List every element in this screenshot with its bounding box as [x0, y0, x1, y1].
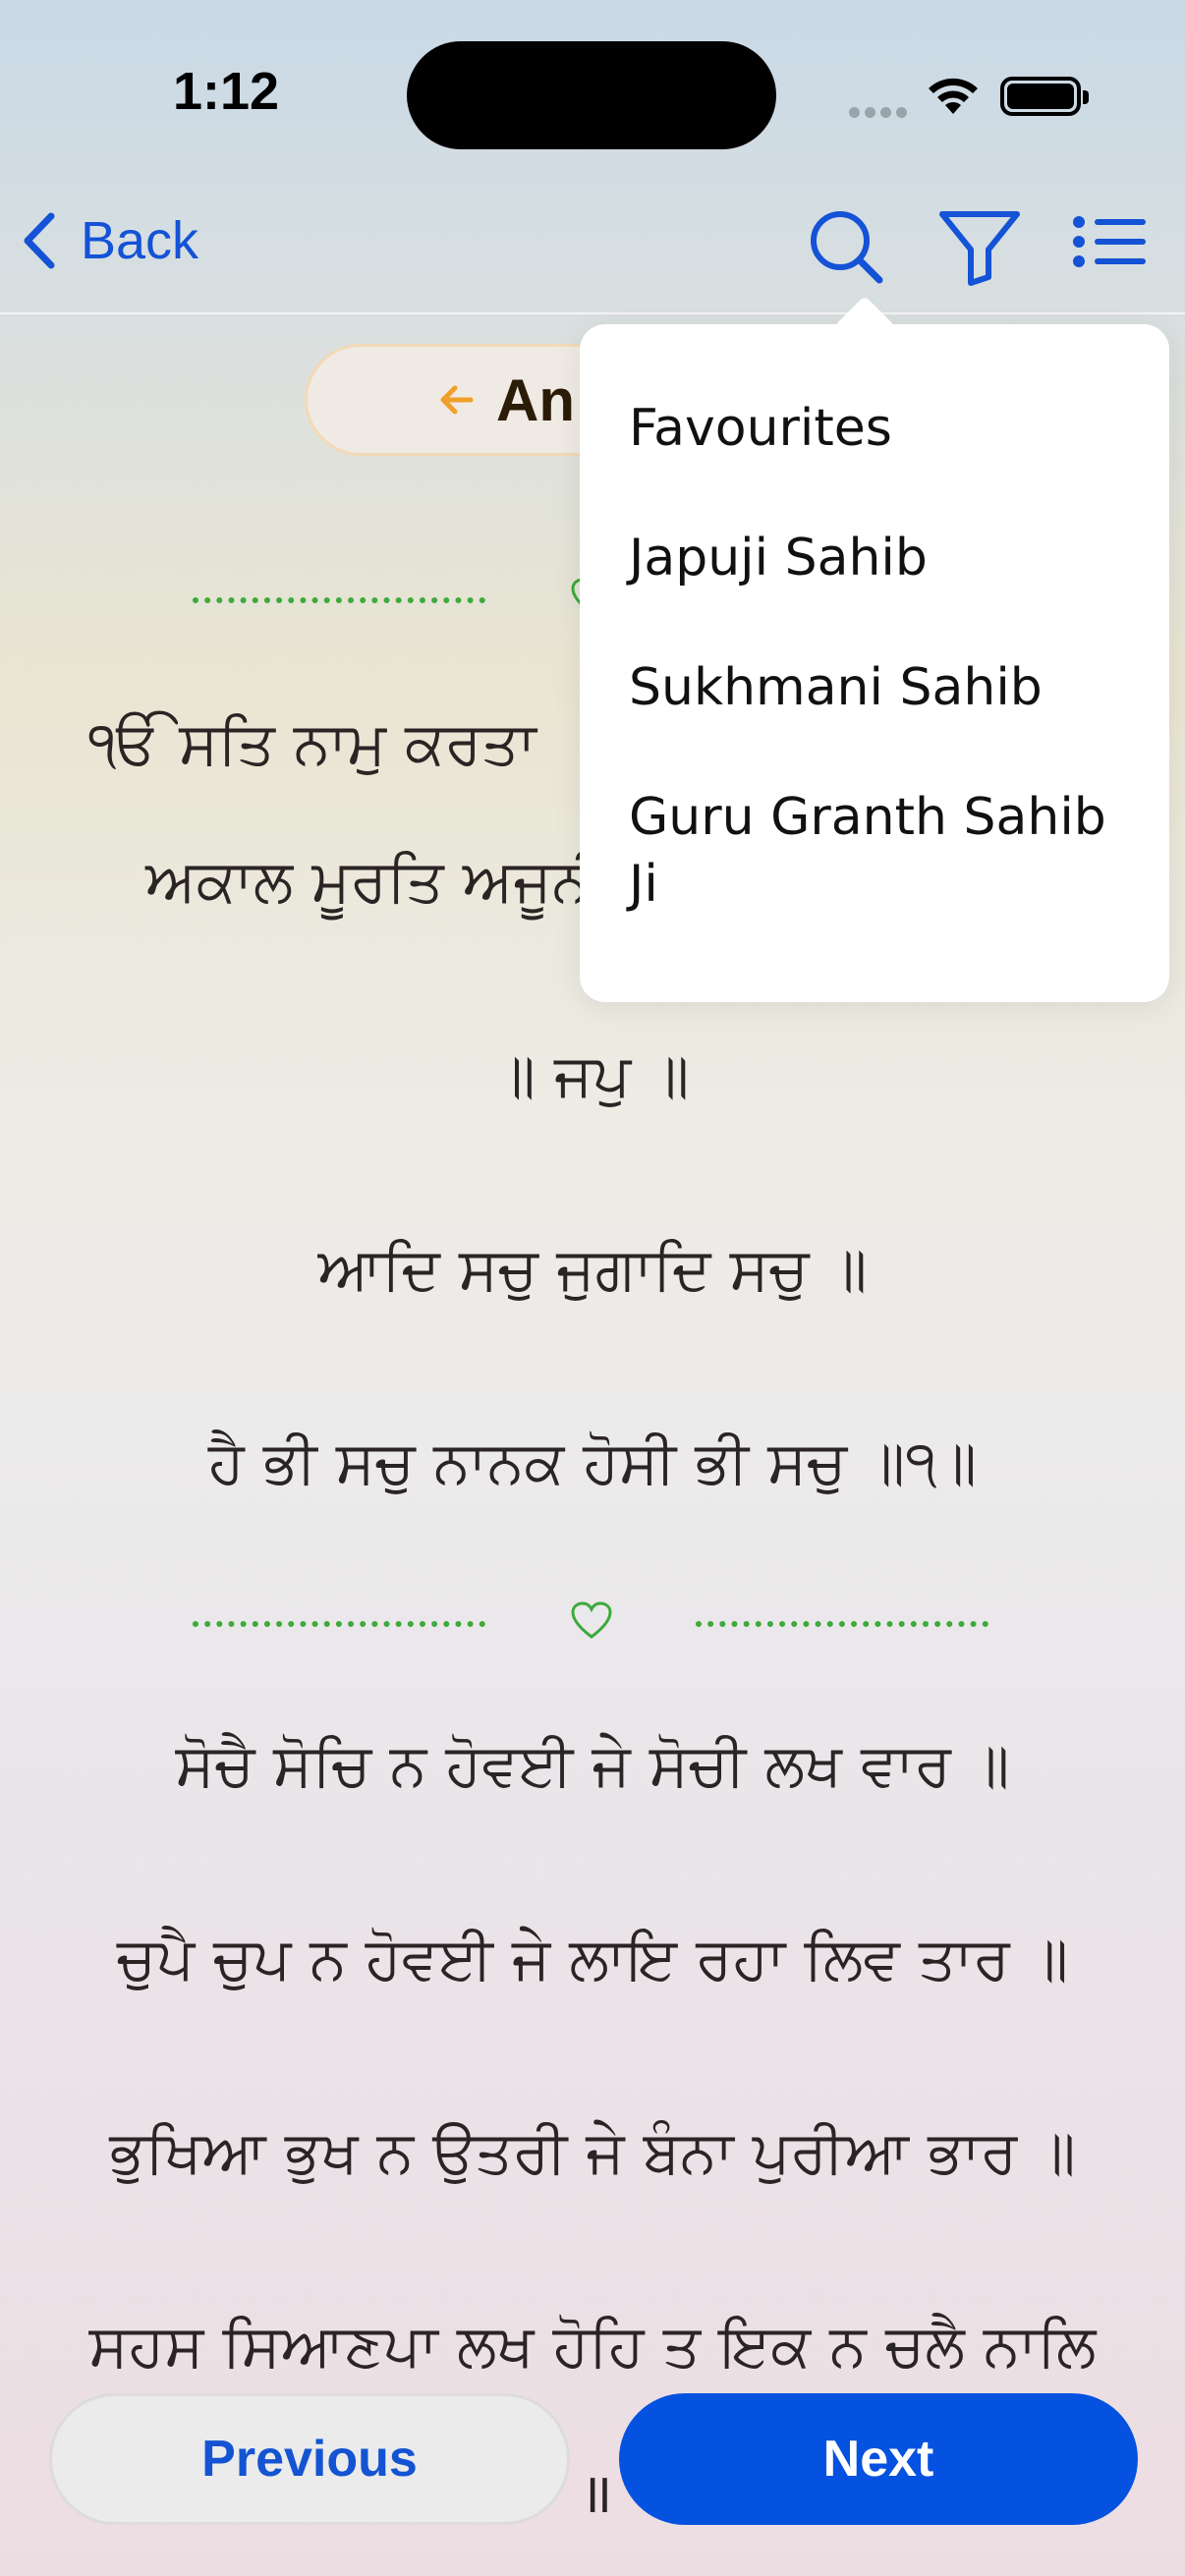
menu-item-guru-granth-sahib-ji[interactable]: Guru Granth Sahib Ji — [629, 784, 1140, 918]
status-time: 1:12 — [173, 62, 280, 121]
dynamic-island — [407, 41, 776, 149]
filter-icon[interactable] — [937, 208, 1022, 287]
menu-item-sukhmani-sahib[interactable]: Sukhmani Sahib — [629, 654, 1140, 721]
back-label: Back — [81, 211, 199, 270]
nav-bar: Back — [0, 187, 1185, 314]
verse-line: ॥ ਜਪੁ ॥ — [495, 1041, 690, 1110]
previous-button[interactable]: Previous — [49, 2393, 570, 2525]
chip-label: An — [496, 366, 575, 433]
wifi-icon — [929, 78, 978, 114]
menu-item-favourites[interactable]: Favourites — [629, 395, 1140, 462]
chevron-left-icon — [24, 212, 55, 269]
verse-line: ਸੋਚੈ ਸੋਚਿ ਨ ਹੋਵਈ ਜੇ ਸੋਚੀ ਲਖ ਵਾਰ ॥ — [175, 1731, 1010, 1800]
verse-divider — [0, 1592, 1185, 1651]
signal-dots-icon — [849, 103, 912, 122]
verse-line: ਹੈ ਭੀ ਸਚੁ ਨਾਨਕ ਹੋਸੀ ਭੀ ਸਚੁ ॥੧॥ — [207, 1428, 978, 1497]
menu-item-japuji-sahib[interactable]: Japuji Sahib — [629, 525, 1140, 591]
dropdown-menu: Favourites Japuji Sahib Sukhmani Sahib G… — [580, 295, 1169, 1002]
back-button[interactable]: Back — [20, 210, 198, 271]
battery-icon — [1000, 77, 1089, 116]
verse-line: ॥ — [580, 2462, 613, 2526]
search-icon[interactable] — [808, 208, 886, 287]
heart-icon[interactable] — [570, 1601, 613, 1641]
status-bar: 1:12 — [0, 0, 1185, 187]
verse-line: ਸਹਸ ਸਿਆਣਪਾ ਲਖ ਹੋਹਿ ਤ ਇਕ ਨ ਚਲੈ ਨਾਲਿ — [88, 2312, 1097, 2380]
verse-line: ਭੁਖਿਆ ਭੁਖ ਨ ਉਤਰੀ ਜੇ ਬੰਨਾ ਪੁਰੀਆ ਭਾਰ ॥ — [109, 2118, 1076, 2187]
arrow-left-icon — [440, 385, 474, 415]
verse-line: ਆਦਿ ਸਚੁ ਜੁਗਾਦਿ ਸਚੁ ॥ — [317, 1235, 868, 1304]
list-icon[interactable] — [1071, 208, 1148, 287]
verse-line: ਚੁਪੈ ਚੁਪ ਨ ਹੋਵਈ ਜੇ ਲਾਇ ਰਹਾ ਲਿਵ ਤਾਰ ॥ — [116, 1925, 1069, 1993]
next-button[interactable]: Next — [619, 2393, 1138, 2525]
